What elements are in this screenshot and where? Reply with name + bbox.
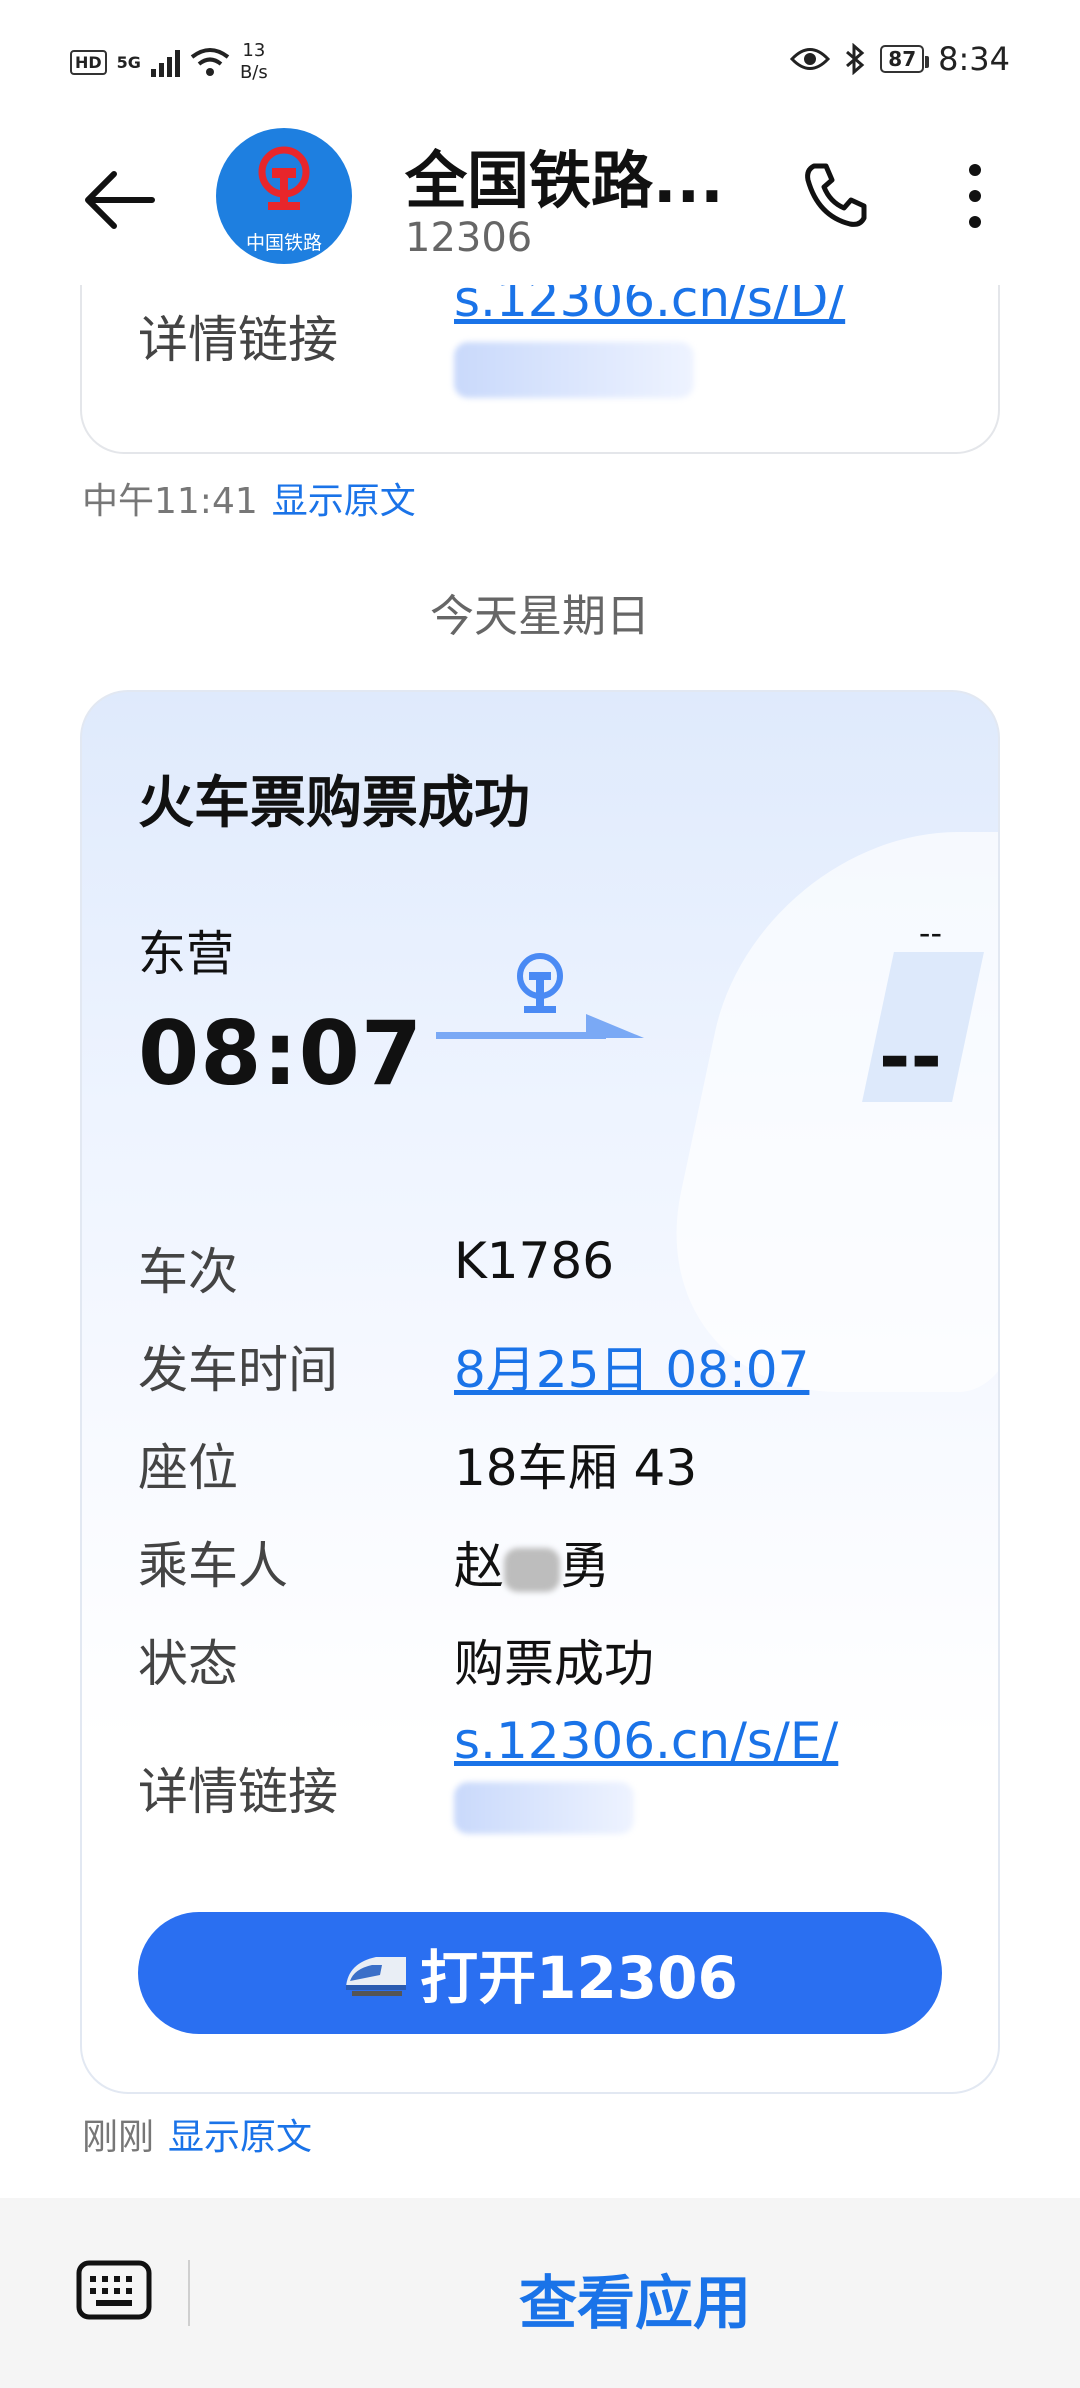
route-arrow-icon [436, 1014, 644, 1039]
passenger-given-name: 勇 [560, 1537, 610, 1595]
seat-value: 18车厢 43 [454, 1439, 698, 1497]
railway-logo-icon [517, 953, 563, 1013]
passenger-value: 赵勇 [454, 1526, 610, 1598]
message-time: 中午11:41 [82, 481, 258, 522]
conversation-header: 中国铁路 全国铁路... 12306 [0, 110, 1080, 285]
hd-badge: HD [70, 49, 107, 75]
status-left: HD 5G 13 B/s [70, 40, 268, 84]
ticket-card: 火车票购票成功 东营 08:07 -- -- 车次 K1786 发车时间 8月2… [80, 690, 1000, 2094]
passenger-surname: 赵 [454, 1537, 504, 1595]
train-number: K1786 [454, 1232, 615, 1290]
row-label: 车次 [138, 1243, 238, 1301]
ticket-title: 火车票购票成功 [138, 771, 530, 836]
row-label: 发车时间 [138, 1341, 338, 1399]
show-original-link[interactable]: 显示原文 [272, 481, 416, 522]
arrival-time: -- [878, 1012, 942, 1101]
detail-link-label: 详情链接 [138, 311, 338, 369]
date-divider: 今天星期日 [430, 591, 650, 642]
bullet-train-icon [346, 1957, 407, 1996]
railway-logo-icon [258, 146, 310, 210]
detail-link[interactable]: s.12306.cn/s/E/ [454, 1712, 838, 1770]
show-original-link[interactable]: 显示原文 [168, 2117, 312, 2158]
wifi-icon [190, 48, 230, 76]
detail-row-departure: 发车时间 8月25日 08:07 [138, 1330, 958, 1400]
more-options-icon[interactable] [960, 158, 990, 238]
contact-number: 12306 [405, 215, 533, 261]
row-label: 座位 [138, 1439, 238, 1497]
keyboard-icon[interactable] [76, 2260, 152, 2320]
back-arrow-icon[interactable] [80, 160, 160, 240]
ticket-message-meta: 刚刚 显示原文 [82, 2108, 312, 2160]
row-label: 详情链接 [138, 1763, 338, 1821]
status-right: 87 8:34 [790, 40, 1010, 78]
network-type: 5G [116, 52, 141, 72]
departure-station: 东营 [138, 926, 235, 982]
previous-message-meta: 中午11:41 显示原文 [82, 472, 416, 524]
redacted-link-tail [454, 342, 694, 398]
detail-row-seat: 座位 18车厢 43 [138, 1428, 958, 1498]
departure-time: 08:07 [138, 1002, 424, 1105]
clock: 8:34 [938, 40, 1010, 78]
message-time: 刚刚 [82, 2117, 155, 2158]
departure-datetime-link[interactable]: 8月25日 08:07 [454, 1330, 809, 1402]
detail-row-status: 状态 购票成功 [138, 1624, 958, 1694]
battery-indicator: 87 [880, 45, 929, 73]
net-speed: 13 B/s [240, 40, 268, 84]
detail-row-link: 详情链接 s.12306.cn/s/E/ [138, 1712, 958, 1834]
phone-icon[interactable] [800, 160, 870, 230]
train-background-decoration [638, 832, 998, 1392]
contact-name: 全国铁路... [405, 144, 724, 217]
redacted-name [504, 1547, 560, 1592]
detail-row-passenger: 乘车人 赵勇 [138, 1526, 958, 1596]
status-value: 购票成功 [454, 1635, 654, 1693]
detail-row-train-number: 车次 K1786 [138, 1232, 958, 1302]
row-label: 状态 [138, 1635, 238, 1693]
eye-icon [790, 48, 831, 70]
redacted-link-tail [454, 1782, 634, 1834]
open-12306-label: 打开12306 [420, 1944, 738, 2012]
bottom-action-bar: 查看应用 [0, 2198, 1080, 2388]
avatar-caption: 中国铁路 [245, 232, 322, 254]
open-12306-button[interactable]: 打开12306 [138, 1912, 942, 2034]
view-app-button[interactable]: 查看应用 [190, 2256, 1080, 2340]
net-speed-value: 13 [242, 40, 266, 61]
row-label: 乘车人 [138, 1537, 288, 1595]
contact-avatar[interactable]: 中国铁路 [216, 128, 352, 264]
signal-icon [150, 47, 180, 77]
bluetooth-icon [846, 43, 865, 75]
net-speed-unit: B/s [239, 62, 268, 83]
arrival-station: -- [918, 914, 942, 952]
